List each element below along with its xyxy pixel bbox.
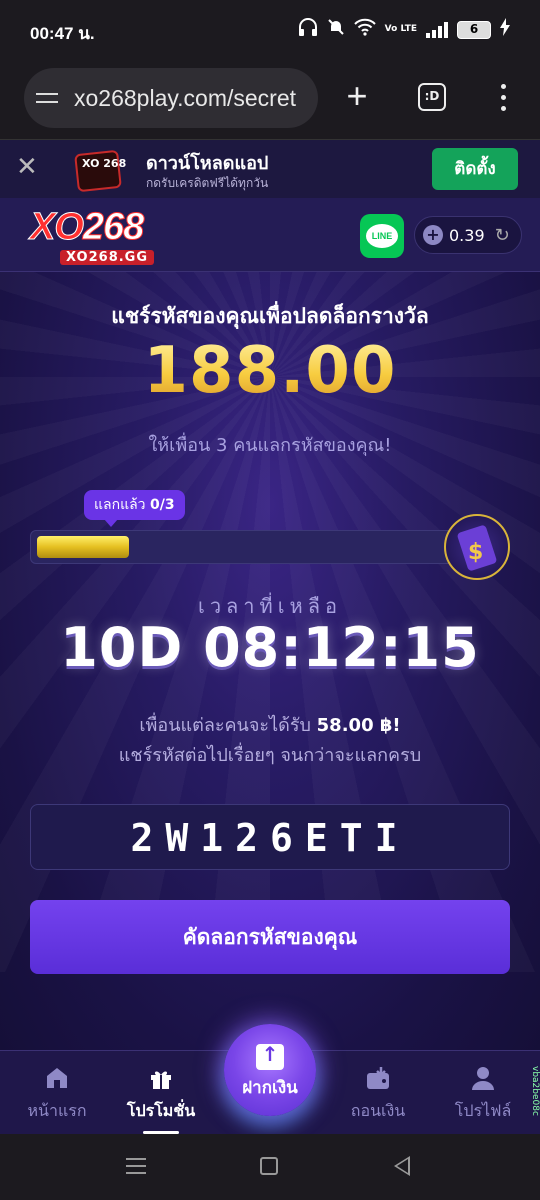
share-hint: แชร์รหัสต่อไปเรื่อยๆ จนกว่าจะแลกครบ [118, 745, 422, 766]
mute-bell-icon [327, 18, 345, 41]
wallet-icon [365, 1065, 391, 1091]
progress-badge: แลกแล้ว 0/3 [84, 490, 185, 527]
address-bar[interactable]: xo268play.com/secret [24, 68, 318, 128]
version-tag: vba2be08c [530, 1066, 540, 1116]
close-icon[interactable]: ✕ [16, 152, 38, 182]
line-icon: LINE [366, 224, 398, 248]
charging-icon [500, 18, 510, 41]
per-friend-reward: เพื่อนแต่ละคนจะได้รับ 58.00 ฿! [139, 715, 401, 736]
home-button-icon[interactable] [260, 1157, 278, 1175]
url-text[interactable]: xo268play.com/secret [74, 85, 296, 112]
install-button[interactable]: ติดตั้ง [432, 148, 518, 190]
invite-text: ให้เพื่อน 3 คนแลกรหัสของคุณ! [148, 435, 392, 456]
app-logo: XO 268 [66, 148, 132, 194]
add-funds-icon[interactable]: + [423, 225, 443, 245]
wifi-icon [353, 18, 376, 41]
referral-panel: แชร์รหัสของคุณเพื่อปลดล็อกรางวัล 188.00 … [0, 272, 540, 1050]
logo-subtitle: XO268.GG [60, 250, 155, 265]
progress-bar [30, 530, 460, 564]
home-icon [44, 1065, 70, 1091]
battery-icon: 6 [457, 20, 491, 39]
banner-title: ดาวน์โหลดแอป [146, 153, 269, 174]
gift-icon [148, 1065, 174, 1091]
reward-amount: 188.00 [0, 334, 540, 408]
new-tab-button[interactable]: + [340, 78, 374, 114]
reward-title: แชร์รหัสของคุณเพื่อปลดล็อกรางวัล [111, 304, 429, 328]
deposit-icon [256, 1042, 284, 1070]
user-icon [470, 1065, 496, 1091]
line-contact-button[interactable]: LINE [360, 214, 404, 258]
more-vert-icon[interactable] [499, 84, 507, 111]
copy-code-button[interactable]: คัดลอกรหัสของคุณ [30, 900, 510, 974]
status-bar: 00:47 น. Vo LTE 6 [0, 0, 540, 64]
volte-indicator: Vo LTE [384, 24, 417, 34]
balance-value: 0.39 [449, 225, 485, 245]
site-logo[interactable]: XO268 XO268.GG [30, 208, 180, 265]
back-icon[interactable] [394, 1156, 410, 1176]
browser-toolbar: xo268play.com/secret + :D [0, 64, 540, 140]
site-settings-icon[interactable] [36, 93, 66, 103]
signal-icon [426, 21, 448, 38]
status-time: 00:47 น. [30, 24, 95, 43]
refresh-icon[interactable]: ↻ [495, 225, 510, 246]
recents-icon[interactable] [126, 1158, 146, 1174]
nav-promotions[interactable]: โปรโมชั่น [116, 1065, 206, 1134]
tab-switcher-button[interactable]: :D [418, 83, 446, 111]
countdown-timer: 10D 08:12:15 [60, 616, 480, 679]
ticket-icon: $ [444, 514, 510, 580]
site-header: XO268 XO268.GG LINE + 0.39 ↻ [0, 198, 540, 272]
nav-home[interactable]: หน้าแรก [12, 1065, 102, 1124]
banner-subtitle: กดรับเครดิตฟรีได้ทุกวัน [146, 176, 269, 190]
system-nav-bar [0, 1134, 540, 1200]
nav-profile[interactable]: โปรไฟล์ [438, 1065, 528, 1124]
app-install-banner: ✕ XO 268 ดาวน์โหลดแอป กดรับเครดิตฟรีได้ท… [0, 140, 540, 198]
nav-deposit-button[interactable]: ฝากเงิน [224, 1024, 316, 1116]
balance-pill[interactable]: + 0.39 ↻ [414, 216, 522, 254]
headphones-icon [298, 18, 318, 41]
referral-code[interactable]: 2W126ETI [30, 804, 510, 870]
status-icons: Vo LTE 6 [298, 18, 510, 41]
nav-withdraw[interactable]: ถอนเงิน [333, 1065, 423, 1124]
progress-fill [37, 536, 129, 558]
